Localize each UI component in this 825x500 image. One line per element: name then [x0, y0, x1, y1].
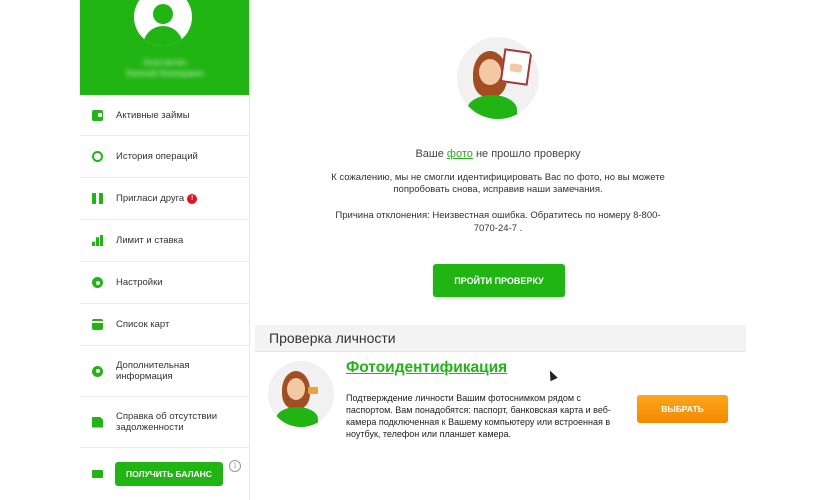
rejection-reason-text: Причина отклонения: Неизвестная ошибка. … [335, 210, 661, 234]
status-title: Ваше фото не прошло проверку [250, 148, 746, 160]
photo-identification-description: Подтверждение личности Вашим фотоснимком… [346, 393, 611, 439]
sidebar-item-label: Настройки [116, 277, 163, 288]
start-verification-button[interactable]: ПРОЙТИ ПРОВЕРКУ [433, 264, 565, 297]
sidebar-item-label: Дополнительная информация [116, 360, 190, 382]
profile-name: Константин [143, 58, 187, 67]
clock-icon [92, 151, 103, 162]
avatar[interactable] [134, 0, 192, 46]
profile-header: Константин Евгений Леонидович [80, 0, 249, 95]
sidebar-item-additional-info[interactable]: Дополнительная информация [80, 346, 249, 397]
sidebar-item-label: Список карт [116, 319, 170, 330]
woman-with-card-illustration [268, 361, 334, 427]
get-balance-button[interactable]: ПОЛУЧИТЬ БАЛАНС [115, 462, 223, 486]
choose-button[interactable]: ВЫБРАТЬ [637, 395, 728, 423]
sidebar: Константин Евгений Леонидович Активные з… [80, 0, 250, 500]
rejection-reason: Причина отклонения: Неизвестная ошибка. … [250, 209, 746, 235]
passport-document-icon [499, 48, 533, 86]
illustration-shirt [467, 95, 517, 119]
sidebar-item-history[interactable]: История операций [80, 136, 249, 178]
avatar-head-shape [153, 4, 173, 24]
money-icon [92, 470, 103, 478]
status-message: К сожалению, мы не смогли идентифицирова… [250, 172, 746, 196]
bar-chart-icon [92, 235, 103, 246]
mouse-cursor-icon [546, 368, 558, 382]
sidebar-item-limit-rate[interactable]: Лимит и ставка [80, 220, 249, 262]
illustration-face [479, 59, 501, 85]
photo-link[interactable]: фото [447, 148, 473, 160]
sidebar-item-invite-friend[interactable]: Пригласи друга ! [80, 178, 249, 220]
sidebar-item-label: Лимит и ставка [116, 235, 184, 246]
balance-row: ПОЛУЧИТЬ БАЛАНС i [80, 448, 249, 500]
wallet-icon [92, 109, 103, 121]
card-icon [92, 319, 103, 330]
status-message-text: К сожалению, мы не смогли идентифицирова… [331, 172, 665, 195]
sidebar-item-label: Активные займы [116, 109, 190, 121]
sidebar-item-debt-certificate[interactable]: Справка об отсутствии задолженности [80, 397, 249, 448]
sidebar-item-cards[interactable]: Список карт [80, 304, 249, 346]
profile-full-name: Евгений Леонидович [126, 69, 204, 78]
section-title: Проверка личности [255, 325, 746, 352]
illustration-face [287, 378, 305, 400]
illustration-shirt [276, 407, 318, 427]
document-icon [92, 416, 103, 428]
sidebar-item-label: Пригласи друга [116, 193, 185, 204]
woman-with-document-illustration [457, 37, 539, 119]
info-icon[interactable]: i [229, 460, 241, 472]
sidebar-item-settings[interactable]: Настройки [80, 262, 249, 304]
gear-icon [92, 277, 103, 288]
avatar-body-shape [143, 26, 183, 46]
main-content: Ваше фото не прошло проверку К сожалению… [250, 0, 746, 500]
bank-card-icon [308, 387, 318, 394]
gift-icon [92, 193, 103, 204]
notification-badge: ! [187, 193, 198, 204]
photo-identification-link[interactable]: Фотоидентификация [346, 359, 507, 377]
gear-icon [92, 365, 103, 377]
sidebar-item-active-loans[interactable]: Активные займы [80, 95, 249, 136]
sidebar-item-label: Справка об отсутствии задолженности [116, 411, 218, 433]
status-title-suffix: не прошло проверку [475, 148, 581, 160]
sidebar-item-label: История операций [116, 151, 198, 162]
status-title-prefix: Ваше [415, 148, 444, 160]
